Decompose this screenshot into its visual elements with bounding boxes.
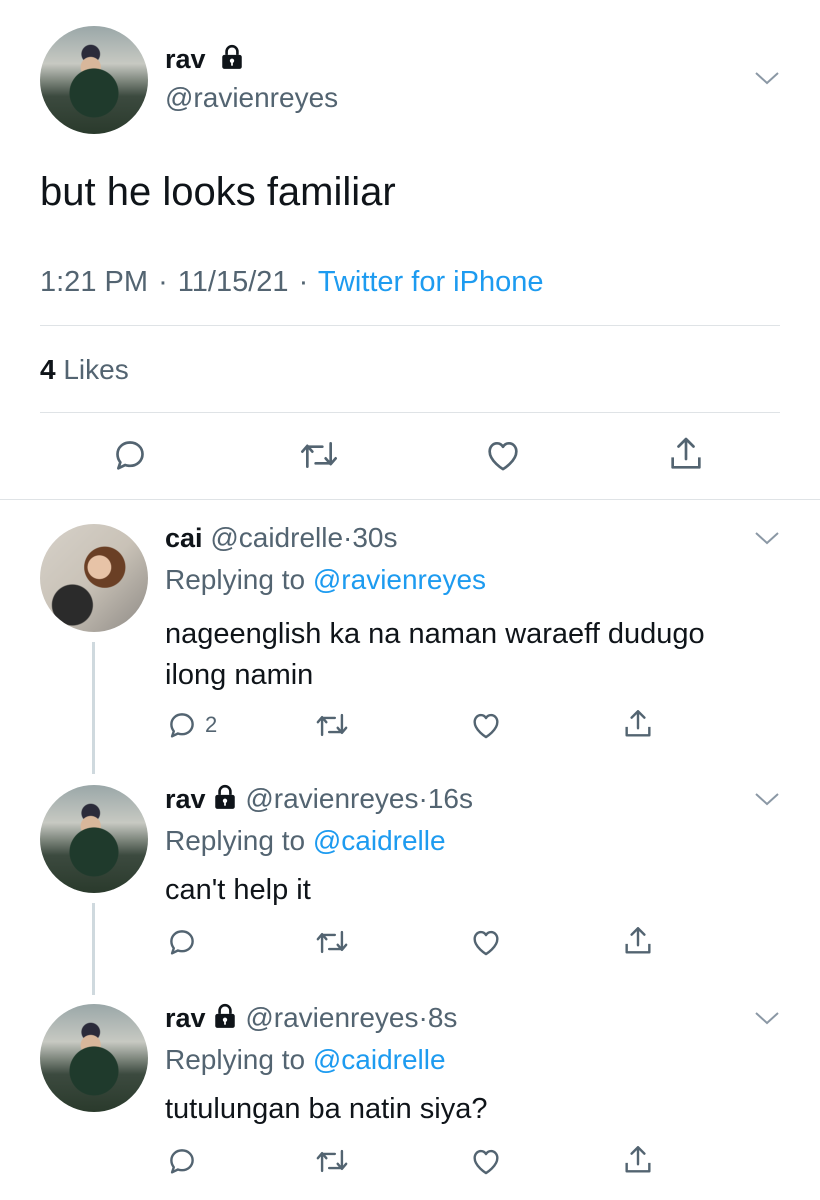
replying-to: Replying to @caidrelle [165, 825, 446, 857]
divider [40, 325, 780, 326]
display-name: rav [165, 44, 206, 74]
lock-icon [219, 44, 245, 77]
reply-header: cai @caidrelle·30s [165, 522, 398, 554]
retweet-button[interactable] [313, 1144, 351, 1178]
share-icon [625, 710, 651, 737]
retweet-button[interactable] [297, 435, 341, 475]
tweet-time: 1:21 PM [40, 266, 148, 298]
reply-text: nageenglish ka na naman waraeff dudugo i… [165, 614, 705, 696]
avatar[interactable] [40, 26, 148, 134]
likes-stat[interactable]: 4 Likes [40, 354, 129, 386]
handle[interactable]: @ravienreyes [245, 783, 418, 814]
retweet-button[interactable] [313, 708, 351, 742]
reply-icon [116, 441, 144, 470]
separator: · [418, 1002, 428, 1033]
separator: · [158, 266, 168, 298]
share-button[interactable] [621, 706, 655, 742]
avatar[interactable] [40, 524, 148, 632]
chevron-down-icon[interactable] [752, 1008, 782, 1033]
main-tweet-meta: 1:21 PM · 11/15/21 · Twitter for iPhone [40, 266, 543, 299]
separator: · [298, 266, 309, 298]
timestamp: 30s [352, 522, 398, 553]
main-tweet-text: but he looks familiar [40, 170, 396, 214]
share-button[interactable] [621, 1142, 655, 1178]
retweet-icon [316, 713, 348, 737]
reply-button[interactable] [165, 1144, 199, 1178]
replying-to: Replying to @ravienreyes [165, 564, 486, 596]
replying-to-label: Replying to [165, 825, 306, 856]
replying-to-label: Replying to [165, 1044, 306, 1075]
like-icon [473, 713, 499, 739]
reply-icon [170, 1149, 194, 1174]
reply-text-line: nageenglish ka na naman waraeff dudugo [165, 618, 705, 650]
tweet-date: 11/15/21 [177, 266, 289, 298]
share-button[interactable] [666, 433, 706, 475]
avatar[interactable] [40, 1004, 148, 1112]
handle[interactable]: @ravienreyes [245, 1002, 418, 1033]
avatar[interactable] [40, 785, 148, 893]
separator: · [343, 522, 353, 553]
lock-icon [212, 784, 238, 817]
chevron-down-icon[interactable] [752, 68, 782, 93]
chevron-down-icon[interactable] [752, 528, 782, 553]
retweet-icon [316, 1149, 348, 1173]
like-button[interactable] [468, 925, 504, 959]
replying-to-link[interactable]: @ravienreyes [313, 564, 486, 595]
share-icon [625, 927, 651, 954]
likes-count: 4 [40, 354, 56, 385]
lock-icon [212, 1003, 238, 1036]
main-tweet-handle[interactable]: @ravienreyes [165, 82, 338, 114]
reply-count: 2 [205, 712, 218, 737]
retweet-button[interactable] [313, 925, 351, 959]
like-icon [473, 930, 499, 956]
share-icon [625, 1146, 651, 1173]
replying-to-label: Replying to [165, 564, 306, 595]
divider [0, 499, 820, 500]
display-name[interactable]: cai [165, 523, 203, 553]
share-button[interactable] [621, 923, 655, 959]
thread-line [92, 642, 95, 774]
replying-to: Replying to @caidrelle [165, 1044, 446, 1076]
reply-button[interactable] [110, 435, 150, 475]
display-name[interactable]: rav [165, 1003, 206, 1033]
timestamp: 8s [427, 1002, 458, 1033]
reply-button[interactable] [165, 925, 199, 959]
reply-text-line: ilong namin [165, 659, 314, 691]
timestamp: 16s [427, 783, 473, 814]
display-name[interactable]: rav [165, 784, 206, 814]
share-icon [671, 437, 701, 469]
handle[interactable]: @caidrelle [210, 522, 343, 553]
thread-line [92, 903, 95, 995]
reply-text: tutulungan ba natin siya? [165, 1093, 488, 1125]
reply-icon [170, 713, 194, 738]
tweet-source-link[interactable]: Twitter for iPhone [318, 266, 544, 298]
replying-to-link[interactable]: @caidrelle [313, 825, 446, 856]
main-tweet-author[interactable]: rav [165, 44, 245, 77]
chevron-down-icon[interactable] [752, 789, 782, 814]
like-button[interactable] [482, 435, 524, 475]
retweet-icon [316, 930, 348, 954]
separator: · [418, 783, 428, 814]
like-icon [473, 1149, 499, 1175]
reply-icon [170, 930, 194, 955]
reply-header: rav @ravienreyes·8s [165, 1002, 457, 1036]
like-icon [488, 442, 518, 471]
like-button[interactable] [468, 1144, 504, 1178]
likes-label: Likes [63, 354, 129, 385]
retweet-icon [301, 442, 337, 468]
replying-to-link[interactable]: @caidrelle [313, 1044, 446, 1075]
reply-button[interactable]: 2 [165, 708, 217, 742]
like-button[interactable] [468, 708, 504, 742]
reply-header: rav @ravienreyes·16s [165, 783, 473, 817]
reply-text: can't help it [165, 874, 311, 906]
divider [40, 412, 780, 413]
